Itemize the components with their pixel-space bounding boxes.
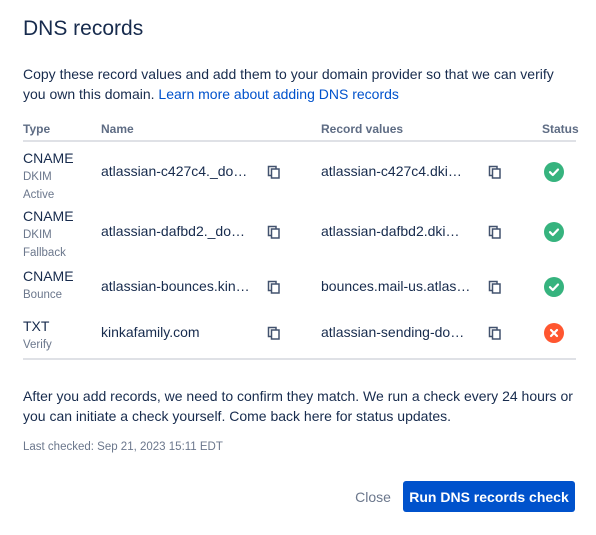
copy-icon[interactable] xyxy=(267,326,281,340)
table-header: Type Name Record values Status xyxy=(23,114,579,142)
record-value: bounces.mail-us.atlas… xyxy=(321,278,471,294)
table-row: CNAME Bounce atlassian-bounces.kin… boun… xyxy=(23,264,576,312)
record-value: atlassian-sending-do… xyxy=(321,324,465,340)
run-dns-check-button[interactable]: Run DNS records check xyxy=(403,481,575,512)
header-record-values: Record values xyxy=(321,122,404,136)
record-purpose: DKIM xyxy=(23,229,52,241)
header-status: Status xyxy=(542,122,579,136)
record-type: CNAME xyxy=(23,150,74,166)
header-type: Type xyxy=(23,122,51,136)
record-name: atlassian-c427c4._do… xyxy=(101,163,248,179)
record-name: kinkafamily.com xyxy=(101,324,200,340)
last-checked-timestamp: Last checked: Sep 21, 2023 15:11 EDT xyxy=(23,441,223,453)
copy-icon[interactable] xyxy=(488,280,502,294)
record-name: atlassian-dafbd2._do… xyxy=(101,223,245,239)
record-purpose: DKIM xyxy=(23,171,52,183)
close-button[interactable]: Close xyxy=(349,481,397,512)
record-type: CNAME xyxy=(23,208,74,224)
learn-more-link[interactable]: Learn more about adding DNS records xyxy=(158,86,398,102)
copy-icon[interactable] xyxy=(267,165,281,179)
record-value: atlassian-dafbd2.dki… xyxy=(321,223,460,239)
dns-records-dialog: DNS records Copy these record values and… xyxy=(0,0,596,535)
copy-icon[interactable] xyxy=(488,326,502,340)
record-purpose: Verify xyxy=(23,339,52,351)
record-value: atlassian-c427c4.dki… xyxy=(321,163,462,179)
dns-records-table: Type Name Record values Status CNAME DKI… xyxy=(23,114,579,360)
copy-icon[interactable] xyxy=(488,165,502,179)
check-info-text: After you add records, we need to confir… xyxy=(23,388,573,424)
header-name: Name xyxy=(101,122,134,136)
record-name: atlassian-bounces.kin… xyxy=(101,278,250,294)
copy-icon[interactable] xyxy=(267,280,281,294)
record-type: TXT xyxy=(23,318,50,334)
table-row: TXT Verify kinkafamily.com atlassian-sen… xyxy=(23,312,576,360)
record-type: CNAME xyxy=(23,268,74,284)
table-row: CNAME DKIM Fallback atlassian-dafbd2._do… xyxy=(23,202,576,264)
table-row: CNAME DKIM Active atlassian-c427c4._do… … xyxy=(23,142,576,202)
copy-icon[interactable] xyxy=(267,225,281,239)
dialog-title: DNS records xyxy=(23,17,144,40)
record-state: Fallback xyxy=(23,247,66,259)
check-circle-icon xyxy=(544,162,564,182)
cross-circle-icon xyxy=(544,323,564,343)
intro-text: Copy these record values and add them to… xyxy=(23,64,573,104)
record-purpose: Bounce xyxy=(23,289,63,301)
check-circle-icon xyxy=(544,222,564,242)
check-circle-icon xyxy=(544,277,564,297)
copy-icon[interactable] xyxy=(488,225,502,239)
